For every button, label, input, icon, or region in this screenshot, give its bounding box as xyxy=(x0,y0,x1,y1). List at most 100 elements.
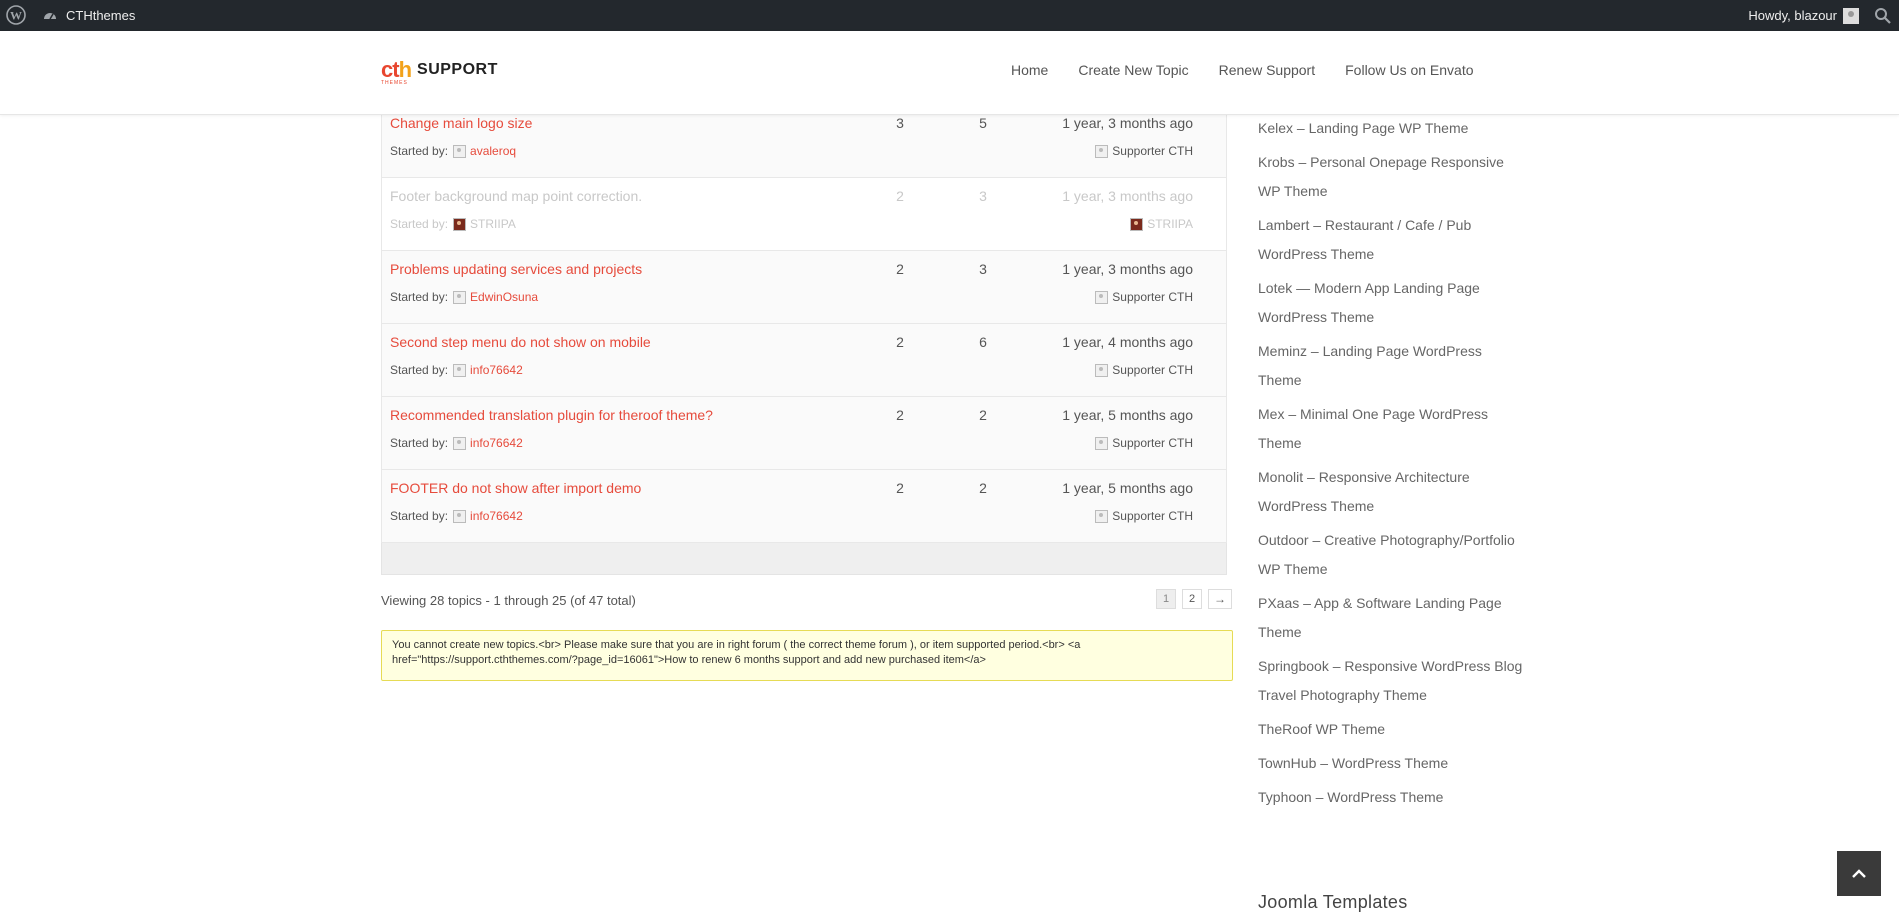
sidebar-item-theme[interactable]: Monolit – Responsive Architecture WordPr… xyxy=(1258,463,1528,521)
topic-started-by: Started by: EdwinOsuna xyxy=(390,290,538,304)
topic-last-poster: Supporter CTH xyxy=(1095,436,1193,450)
topic-title-link[interactable]: Problems updating services and projects xyxy=(390,261,642,277)
sidebar-item-theme[interactable]: PXaas – App & Software Landing Page Them… xyxy=(1258,589,1528,647)
topic-started-by: Started by: info76642 xyxy=(390,509,523,523)
nav-home[interactable]: Home xyxy=(1011,62,1048,78)
topic-row: Recommended translation plugin for thero… xyxy=(381,397,1227,470)
user-avatar[interactable] xyxy=(1843,7,1859,24)
topic-row: Second step menu do not show on mobile S… xyxy=(381,324,1227,397)
topic-title-link[interactable]: Change main logo size xyxy=(390,115,532,131)
topic-last-poster: Supporter CTH xyxy=(1095,290,1193,304)
logo-word: SUPPORT xyxy=(417,61,498,78)
nav-follow-envato[interactable]: Follow Us on Envato xyxy=(1345,62,1473,78)
sidebar-item-theme[interactable]: Lotek — Modern App Landing Page WordPres… xyxy=(1258,274,1528,332)
last-poster-name[interactable]: Supporter CTH xyxy=(1112,144,1193,158)
topic-started-by: Started by: STRIIPA xyxy=(390,217,516,231)
sidebar-item-theme[interactable]: TownHub – WordPress Theme xyxy=(1258,749,1528,778)
author-link[interactable]: STRIIPA xyxy=(470,217,516,231)
topic-title-link[interactable]: Recommended translation plugin for thero… xyxy=(390,407,713,423)
theme-link[interactable]: Monolit – Responsive Architecture WordPr… xyxy=(1258,469,1470,514)
topics-list: Change main logo size Started by: avalero… xyxy=(381,114,1227,575)
sidebar-item-theme[interactable]: Outdoor – Creative Photography/Portfolio… xyxy=(1258,526,1528,584)
back-to-top-button[interactable] xyxy=(1837,851,1881,896)
sidebar-item-theme[interactable]: Krobs – Personal Onepage Responsive WP T… xyxy=(1258,148,1528,206)
author-link[interactable]: info76642 xyxy=(470,509,523,523)
theme-link[interactable]: Springbook – Responsive WordPress Blog T… xyxy=(1258,658,1522,703)
topic-started-by: Started by: info76642 xyxy=(390,436,523,450)
author-avatar xyxy=(453,363,467,377)
theme-link[interactable]: Lotek — Modern App Landing Page WordPres… xyxy=(1258,280,1480,325)
admin-bar-site-name: CTHthemes xyxy=(66,8,136,23)
site-logo[interactable]: cth THEMES SUPPORT xyxy=(381,57,498,87)
sidebar-item-theme[interactable]: Typhoon – WordPress Theme xyxy=(1258,783,1528,812)
author-avatar xyxy=(453,217,467,231)
nav-renew-support[interactable]: Renew Support xyxy=(1219,62,1316,78)
topic-freshness-link[interactable]: 1 year, 5 months ago xyxy=(1062,407,1193,423)
page-link[interactable]: 2 xyxy=(1182,589,1202,609)
topic-title-link[interactable]: Second step menu do not show on mobile xyxy=(390,334,651,350)
last-poster-name[interactable]: Supporter CTH xyxy=(1112,436,1193,450)
author-avatar xyxy=(453,509,467,523)
topic-voice-count: 2 xyxy=(896,407,904,423)
site-header: cth THEMES SUPPORT Home Create New Topic… xyxy=(0,31,1899,115)
author-link[interactable]: info76642 xyxy=(470,363,523,377)
topic-freshness-link[interactable]: 1 year, 5 months ago xyxy=(1062,480,1193,496)
cannot-create-topic-notice: You cannot create new topics.<br> Please… xyxy=(381,630,1233,681)
topic-title-link[interactable]: FOOTER do not show after import demo xyxy=(390,480,641,496)
theme-link[interactable]: Kelex – Landing Page WP Theme xyxy=(1258,120,1468,136)
howdy-user-link[interactable]: Howdy, blazour xyxy=(1748,8,1837,23)
author-link[interactable]: EdwinOsuna xyxy=(470,290,538,304)
author-link[interactable]: info76642 xyxy=(470,436,523,450)
topic-last-poster: Supporter CTH xyxy=(1095,363,1193,377)
last-poster-name[interactable]: Supporter CTH xyxy=(1112,290,1193,304)
started-by-label: Started by: xyxy=(390,509,449,523)
author-link[interactable]: avaleroq xyxy=(470,144,516,158)
theme-link[interactable]: Meminz – Landing Page WordPress Theme xyxy=(1258,343,1482,388)
topic-freshness-link[interactable]: 1 year, 3 months ago xyxy=(1062,261,1193,277)
topic-freshness-link[interactable]: 1 year, 4 months ago xyxy=(1062,334,1193,350)
topic-row: FOOTER do not show after import demo Sta… xyxy=(381,470,1227,543)
last-poster-name[interactable]: STRIIPA xyxy=(1147,217,1193,231)
theme-link[interactable]: TownHub – WordPress Theme xyxy=(1258,755,1448,771)
sidebar-item-theme[interactable]: Kelex – Landing Page WP Theme xyxy=(1258,114,1528,143)
theme-link[interactable]: Krobs – Personal Onepage Responsive WP T… xyxy=(1258,154,1504,199)
sidebar-theme-list: Kelex – Landing Page WP Theme Krobs – Pe… xyxy=(1258,114,1528,817)
last-poster-avatar xyxy=(1095,144,1109,158)
theme-link[interactable]: Lambert – Restaurant / Cafe / Pub WordPr… xyxy=(1258,217,1471,262)
next-page-link[interactable]: → xyxy=(1208,589,1232,609)
started-by-label: Started by: xyxy=(390,217,449,231)
last-poster-name[interactable]: Supporter CTH xyxy=(1112,363,1193,377)
topic-post-count: 2 xyxy=(979,407,987,423)
sidebar-item-theme[interactable]: TheRoof WP Theme xyxy=(1258,715,1528,744)
sidebar-item-theme[interactable]: Springbook – Responsive WordPress Blog T… xyxy=(1258,652,1528,710)
dashboard-icon xyxy=(44,12,56,19)
author-avatar xyxy=(453,290,467,304)
logo-mark: cth xyxy=(381,57,412,82)
admin-bar-site-link[interactable]: CTHthemes xyxy=(42,0,135,31)
sidebar-item-theme[interactable]: Meminz – Landing Page WordPress Theme xyxy=(1258,337,1528,395)
topic-row: Change main logo size Started by: avalero… xyxy=(381,114,1227,178)
topic-voice-count: 3 xyxy=(896,115,904,131)
wordpress-logo-icon[interactable]: W xyxy=(6,5,26,25)
topic-title-link[interactable]: Footer background map point correction. xyxy=(390,188,642,204)
theme-link[interactable]: PXaas – App & Software Landing Page Them… xyxy=(1258,595,1502,640)
author-avatar xyxy=(453,144,467,158)
theme-link[interactable]: Outdoor – Creative Photography/Portfolio… xyxy=(1258,532,1515,577)
topic-started-by: Started by: info76642 xyxy=(390,363,523,377)
topic-freshness-link[interactable]: 1 year, 3 months ago xyxy=(1062,188,1193,204)
topic-freshness-link[interactable]: 1 year, 3 months ago xyxy=(1062,115,1193,131)
admin-bar: W CTHthemes Howdy, blazour xyxy=(0,0,1899,31)
sidebar-section-heading: Joomla Templates xyxy=(1258,892,1408,912)
main-nav: Home Create New Topic Renew Support Foll… xyxy=(1011,62,1504,78)
topic-voice-count: 2 xyxy=(896,188,904,204)
sidebar-item-theme[interactable]: Mex – Minimal One Page WordPress Theme xyxy=(1258,400,1528,458)
theme-link[interactable]: Mex – Minimal One Page WordPress Theme xyxy=(1258,406,1488,451)
topic-voice-count: 2 xyxy=(896,334,904,350)
search-icon[interactable] xyxy=(1873,6,1893,26)
theme-link[interactable]: TheRoof WP Theme xyxy=(1258,721,1385,737)
last-poster-name[interactable]: Supporter CTH xyxy=(1112,509,1193,523)
sidebar-item-theme[interactable]: Lambert – Restaurant / Cafe / Pub WordPr… xyxy=(1258,211,1528,269)
nav-create-new-topic[interactable]: Create New Topic xyxy=(1078,62,1188,78)
last-poster-avatar xyxy=(1130,217,1144,231)
theme-link[interactable]: Typhoon – WordPress Theme xyxy=(1258,789,1443,805)
